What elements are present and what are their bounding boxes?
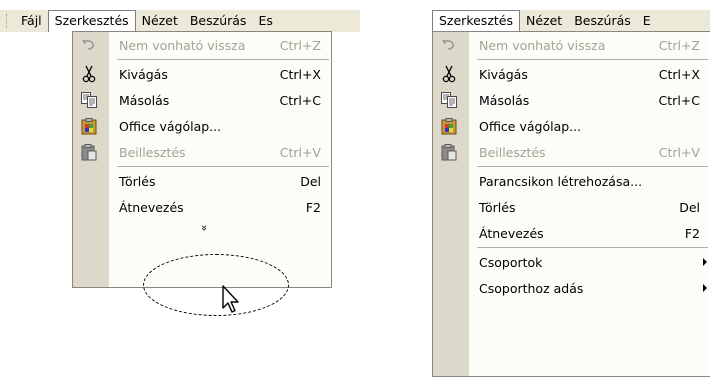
menu-item-9[interactable]: Átnevezés F2 bbox=[433, 220, 710, 246]
menu-item-12[interactable]: Csoporthoz adás bbox=[433, 275, 710, 301]
clipboard-office-icon bbox=[440, 117, 458, 135]
right-edit-menu: Nem vonható vissza Ctrl+Z Kivágás Ctrl+X Más… bbox=[432, 31, 710, 377]
menu-item-label: Office vágólap... bbox=[119, 118, 222, 134]
menu-item-shortcut: Ctrl+C bbox=[279, 92, 321, 108]
menu-item-shortcut: Ctrl+Z bbox=[279, 37, 321, 53]
menu-item-3[interactable]: Másolás Ctrl+C bbox=[433, 87, 710, 113]
menu-item-5[interactable]: Beillesztés Ctrl+V bbox=[73, 139, 331, 165]
copy-icon bbox=[80, 91, 98, 109]
paste-icon bbox=[440, 143, 458, 161]
menu-item-8[interactable]: Törlés Del bbox=[433, 194, 710, 220]
clipboard-office-icon bbox=[80, 117, 98, 135]
menu-item-8[interactable]: Átnevezés F2 bbox=[73, 194, 331, 220]
menu-item-label: Beillesztés bbox=[479, 144, 546, 160]
menu-item-label: Nem vonható vissza bbox=[479, 37, 606, 53]
paste-icon bbox=[80, 143, 98, 161]
left-menubar: Fájl Szerkesztés Nézet Beszúrás Es bbox=[0, 10, 360, 32]
menu-item-shortcut: Ctrl+V bbox=[279, 144, 321, 160]
menu-item-2[interactable]: Kivágás Ctrl+X bbox=[73, 61, 331, 87]
expand-menu-chevron[interactable]: » bbox=[195, 218, 211, 238]
menu-item-2[interactable]: Kivágás Ctrl+X bbox=[433, 61, 710, 87]
menubar-item-4[interactable]: Es bbox=[252, 11, 278, 31]
menu-item-0[interactable]: Nem vonható vissza Ctrl+Z bbox=[73, 32, 331, 58]
menu-item-label: Átnevezés bbox=[479, 225, 544, 241]
copy-icon bbox=[440, 91, 458, 109]
menu-item-label: Nem vonható vissza bbox=[119, 37, 246, 53]
menu-item-shortcut: Ctrl+X bbox=[658, 66, 700, 82]
menu-item-label: Office vágólap... bbox=[479, 118, 582, 134]
menu-item-shortcut: F2 bbox=[684, 225, 700, 241]
right-menubar: Szerkesztés Nézet Beszúrás E bbox=[432, 10, 710, 32]
menubar-item-2[interactable]: Nézet bbox=[136, 11, 184, 31]
undo-icon bbox=[440, 36, 458, 54]
menubar-item-2[interactable]: Beszúrás bbox=[568, 11, 637, 31]
menu-item-label: Kivágás bbox=[479, 66, 528, 82]
menu-item-4[interactable]: Office vágólap... bbox=[433, 113, 710, 139]
scissors-icon bbox=[80, 65, 98, 83]
toolbar-grip[interactable] bbox=[6, 14, 9, 28]
menu-item-shortcut: Ctrl+Z bbox=[658, 37, 700, 53]
menu-item-5[interactable]: Beillesztés Ctrl+V bbox=[433, 139, 710, 165]
menu-item-7[interactable]: Parancsikon létrehozása... bbox=[433, 168, 710, 194]
submenu-arrow-icon bbox=[703, 284, 707, 292]
menubar-item-3[interactable]: E bbox=[637, 11, 657, 31]
menu-item-7[interactable]: Törlés Del bbox=[73, 168, 331, 194]
menu-item-label: Átnevezés bbox=[119, 199, 184, 215]
menu-item-label: Parancsikon létrehozása... bbox=[479, 173, 643, 189]
menu-item-label: Törlés bbox=[479, 199, 516, 215]
scissors-icon bbox=[440, 65, 458, 83]
menu-item-label: Törlés bbox=[119, 173, 156, 189]
menubar-item-0[interactable]: Szerkesztés bbox=[432, 10, 520, 32]
menu-item-shortcut: Del bbox=[679, 199, 700, 215]
highlight-ellipse bbox=[143, 254, 289, 316]
submenu-arrow-icon bbox=[703, 258, 707, 266]
menu-item-label: Másolás bbox=[479, 92, 530, 108]
menu-item-0[interactable]: Nem vonható vissza Ctrl+Z bbox=[433, 32, 710, 58]
menu-item-11[interactable]: Csoportok bbox=[433, 249, 710, 275]
menu-item-shortcut: Ctrl+V bbox=[658, 144, 700, 160]
menu-item-shortcut: Ctrl+X bbox=[279, 66, 321, 82]
mouse-cursor-icon bbox=[222, 285, 239, 313]
menubar-item-0[interactable]: Fájl bbox=[15, 11, 48, 31]
menu-item-label: Másolás bbox=[119, 92, 170, 108]
menu-item-label: Beillesztés bbox=[119, 144, 186, 160]
menu-item-4[interactable]: Office vágólap... bbox=[73, 113, 331, 139]
menu-item-shortcut: Ctrl+C bbox=[658, 92, 700, 108]
menu-item-shortcut: F2 bbox=[305, 199, 321, 215]
left-edit-menu: Nem vonható vissza Ctrl+Z Kivágás Ctrl+X Más… bbox=[72, 31, 332, 288]
menu-item-label: Csoportok bbox=[479, 254, 543, 270]
menubar-item-1[interactable]: Szerkesztés bbox=[47, 10, 136, 32]
menu-item-label: Csoporthoz adás bbox=[479, 280, 584, 296]
undo-icon bbox=[80, 36, 98, 54]
menubar-item-1[interactable]: Nézet bbox=[520, 11, 568, 31]
menu-item-3[interactable]: Másolás Ctrl+C bbox=[73, 87, 331, 113]
menu-item-label: Kivágás bbox=[119, 66, 168, 82]
menubar-item-3[interactable]: Beszúrás bbox=[184, 11, 253, 31]
menu-item-shortcut: Del bbox=[300, 173, 321, 189]
